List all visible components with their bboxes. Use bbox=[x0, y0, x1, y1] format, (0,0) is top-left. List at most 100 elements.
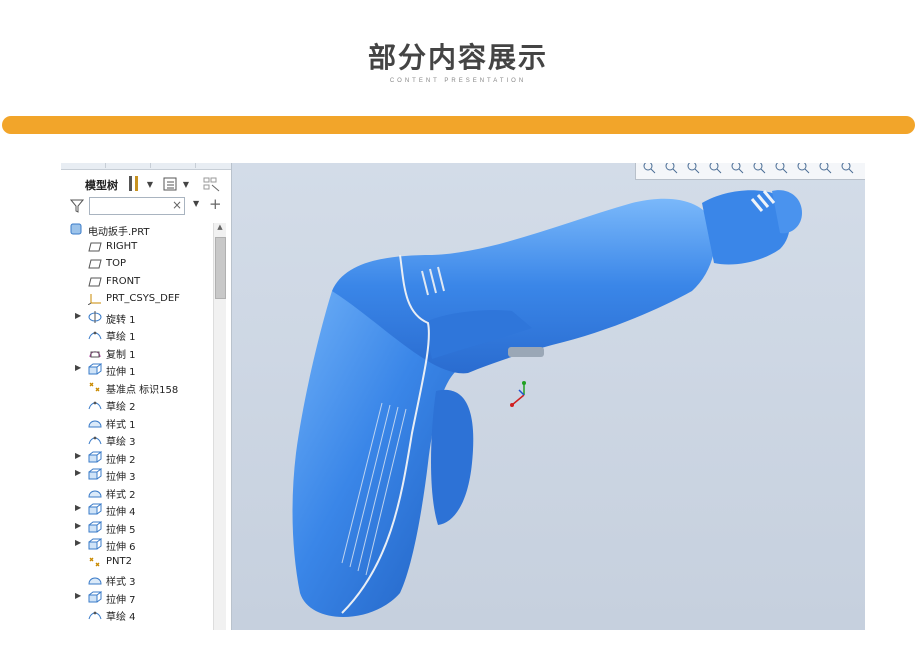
tree-item-label: 拉伸 2 bbox=[106, 454, 136, 466]
tree-item[interactable]: 草绘 2 bbox=[61, 396, 211, 414]
tree-item-label: 基准点 标识158 bbox=[106, 384, 179, 396]
filter-row: × ▼ + bbox=[61, 195, 231, 219]
model-tree-panel: 模型树 ▼ ▼ × ▼ + 电动扳手.PRT RIGHT TOP FRONT P… bbox=[61, 163, 232, 630]
datum-point-icon bbox=[88, 556, 102, 568]
expand-arrow-icon[interactable]: ▶ bbox=[75, 538, 81, 547]
tree-item[interactable]: FRONT bbox=[61, 274, 211, 292]
tree-item[interactable]: 样式 1 bbox=[61, 414, 211, 432]
scroll-thumb[interactable] bbox=[215, 237, 226, 299]
tree-item-label: 草绘 4 bbox=[106, 612, 136, 623]
drill-model bbox=[292, 190, 802, 617]
tree-root-label: 电动扳手.PRT bbox=[88, 227, 150, 238]
tree-item[interactable]: 基准点 标识158 bbox=[61, 379, 211, 397]
tab-favorites[interactable] bbox=[151, 163, 196, 168]
tree-item[interactable]: ▶ 拉伸 3 bbox=[61, 466, 211, 484]
tab-folder[interactable] bbox=[106, 163, 151, 168]
expand-arrow-icon[interactable]: ▶ bbox=[75, 591, 81, 600]
style-icon bbox=[88, 573, 102, 585]
tree-item-label: 拉伸 5 bbox=[106, 524, 136, 536]
expand-arrow-icon[interactable]: ▶ bbox=[75, 503, 81, 512]
tree-item-label: 拉伸 6 bbox=[106, 542, 136, 553]
tree-item[interactable]: ▶ 旋转 1 bbox=[61, 309, 211, 327]
tree-item[interactable]: ▶ 拉伸 6 bbox=[61, 536, 211, 554]
expand-arrow-icon[interactable]: ▶ bbox=[75, 311, 81, 320]
extrude-icon bbox=[88, 521, 103, 533]
tree-item[interactable]: ▶ 拉伸 5 bbox=[61, 519, 211, 537]
accent-bar bbox=[2, 116, 915, 134]
graphics-viewport[interactable] bbox=[232, 163, 865, 630]
tree-item[interactable]: ▶ 拉伸 2 bbox=[61, 449, 211, 467]
datum-point-icon bbox=[88, 381, 102, 393]
tree-item-label: RIGHT bbox=[106, 240, 138, 252]
sketch-icon bbox=[88, 433, 102, 445]
settings-icon[interactable] bbox=[125, 175, 143, 193]
tree-item-label: 复制 1 bbox=[106, 349, 136, 361]
filter-input[interactable]: × bbox=[89, 197, 185, 215]
add-icon[interactable]: + bbox=[209, 195, 222, 213]
datum-plane-icon bbox=[88, 241, 102, 253]
copy-icon bbox=[88, 346, 102, 358]
revolve-icon bbox=[88, 310, 102, 323]
tab-model-tree[interactable] bbox=[61, 163, 106, 168]
model-tree-label: 模型树 bbox=[85, 179, 118, 192]
tree-item-label: 旋转 1 bbox=[106, 314, 136, 326]
tree-item[interactable]: TOP bbox=[61, 256, 211, 274]
datum-plane-icon bbox=[88, 258, 102, 270]
hide-icon[interactable] bbox=[203, 175, 221, 193]
show-icon[interactable] bbox=[161, 175, 179, 193]
chevron-down-icon[interactable]: ▼ bbox=[181, 175, 191, 193]
tree-item[interactable]: ▶ 拉伸 7 bbox=[61, 589, 211, 607]
csys-icon bbox=[87, 293, 102, 306]
tree-item[interactable]: PRT_CSYS_DEF bbox=[61, 291, 211, 309]
sketch-icon bbox=[88, 328, 102, 340]
sketch-icon bbox=[88, 398, 102, 410]
scroll-up-icon[interactable]: ▲ bbox=[214, 223, 226, 235]
expand-arrow-icon[interactable]: ▶ bbox=[75, 468, 81, 477]
tree-root[interactable]: 电动扳手.PRT bbox=[61, 221, 211, 239]
cad-screenshot: 模型树 ▼ ▼ × ▼ + 电动扳手.PRT RIGHT TOP FRONT P… bbox=[61, 163, 865, 630]
tree-item[interactable]: RIGHT bbox=[61, 239, 211, 257]
tree-item-label: 拉伸 3 bbox=[106, 472, 136, 483]
tree-item-label: FRONT bbox=[106, 275, 141, 287]
tree-item-label: PRT_CSYS_DEF bbox=[106, 293, 180, 304]
page-title: 部分内容展示 bbox=[367, 41, 548, 74]
tree-item[interactable]: ▶ 拉伸 4 bbox=[61, 501, 211, 519]
tree-item[interactable]: 样式 3 bbox=[61, 571, 211, 589]
tree-item[interactable]: 样式 2 bbox=[61, 484, 211, 502]
panel-tabs bbox=[61, 163, 231, 170]
tree-item[interactable]: ▶ 拉伸 1 bbox=[61, 361, 211, 379]
extrude-icon bbox=[88, 451, 103, 463]
filter-icon[interactable] bbox=[69, 198, 85, 217]
expand-arrow-icon[interactable]: ▶ bbox=[75, 521, 81, 530]
tree-item[interactable]: PNT2 bbox=[61, 554, 211, 572]
tree-item[interactable]: 草绘 1 bbox=[61, 326, 211, 344]
csys-triad-icon bbox=[510, 381, 526, 407]
model-tree: 电动扳手.PRT RIGHT TOP FRONT PRT_CSYS_DEF ▶ 旋转 1 草… bbox=[61, 221, 211, 624]
tree-item[interactable]: 草绘 4 bbox=[61, 606, 211, 624]
tree-item-label: 草绘 1 bbox=[106, 332, 136, 343]
tree-item[interactable]: 复制 1 bbox=[61, 344, 211, 362]
extrude-icon bbox=[88, 591, 103, 603]
expand-arrow-icon[interactable]: ▶ bbox=[75, 451, 81, 460]
trigger-guard-shape bbox=[431, 389, 474, 525]
style-icon bbox=[88, 486, 102, 498]
tree-item-label: 拉伸 4 bbox=[106, 507, 136, 518]
part-icon bbox=[70, 223, 84, 235]
datum-plane-icon bbox=[88, 276, 102, 288]
extrude-icon bbox=[88, 503, 103, 515]
tree-item-label: TOP bbox=[106, 258, 127, 269]
tree-item-label: 样式 2 bbox=[106, 489, 136, 501]
style-icon bbox=[88, 416, 102, 428]
tree-scrollbar[interactable]: ▲ bbox=[213, 223, 226, 630]
extrude-icon bbox=[88, 468, 103, 480]
tree-item[interactable]: 草绘 3 bbox=[61, 431, 211, 449]
chevron-down-icon[interactable]: ▼ bbox=[145, 175, 155, 193]
close-icon[interactable]: × bbox=[172, 198, 182, 212]
tree-item-label: 拉伸 1 bbox=[106, 367, 136, 378]
expand-arrow-icon[interactable]: ▶ bbox=[75, 363, 81, 372]
model-tree-toolbar: 模型树 ▼ ▼ bbox=[61, 173, 231, 197]
page-subtitle: CONTENT PRESENTATION bbox=[389, 78, 527, 84]
chevron-down-icon[interactable]: ▼ bbox=[193, 199, 199, 208]
switch-shape bbox=[508, 347, 544, 357]
tree-item-label: 草绘 3 bbox=[106, 437, 136, 448]
